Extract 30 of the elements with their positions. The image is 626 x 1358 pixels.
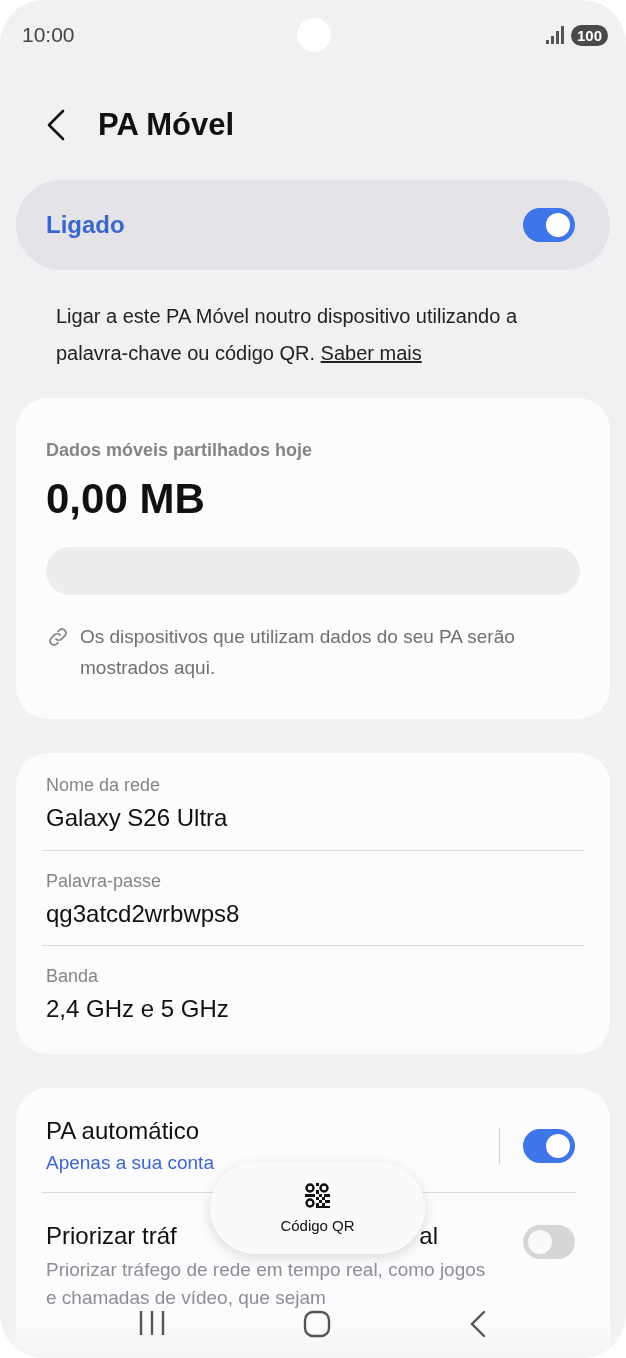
- home-icon[interactable]: [303, 1310, 331, 1338]
- network-setting[interactable]: Nome da rede Galaxy S26 Ultra: [42, 767, 584, 850]
- qr-code-icon: [304, 1182, 331, 1209]
- signal-icon: [544, 25, 565, 45]
- intro-text: Ligar a este PA Móvel noutro dispositivo utilizando a palavra-chave ou código QR. Saber mais: [56, 304, 518, 366]
- setting-title: Priorizar tráf: [46, 1221, 177, 1251]
- setting-label: Banda: [46, 965, 100, 988]
- page-title: PA Móvel: [98, 107, 235, 143]
- usage-label: Dados móveis partilhados hoje: [46, 440, 314, 461]
- network-setting[interactable]: Palavra-passe qg3atcd2wrbwps8: [42, 850, 584, 945]
- setting-value: 2,4 GHz e 5 GHz: [46, 994, 230, 1024]
- recent-apps-icon[interactable]: [138, 1310, 167, 1336]
- toggle-switch[interactable]: [522, 207, 576, 243]
- master-switch-bar[interactable]: Ligado: [16, 180, 610, 270]
- setting-value: Galaxy S26 Ultra: [46, 803, 229, 833]
- network-setting[interactable]: Banda 2,4 GHz e 5 GHz: [42, 945, 584, 1040]
- setting-value: qg3atcd2wrbwps8: [46, 899, 241, 929]
- switch-label: Ligado: [46, 211, 125, 239]
- usage-amount: 0,00 MB: [46, 475, 206, 523]
- setting-description: Priorizar tráfego de rede em tempo real, como jogos e chamadas de vídeo, que sejam: [46, 1258, 487, 1310]
- setting-label: Nome da rede: [46, 774, 162, 797]
- status-time: 10:00: [22, 23, 75, 47]
- setting-label: Palavra-passe: [46, 870, 163, 893]
- toggle-switch[interactable]: [522, 1128, 576, 1164]
- setting-title: PA automático: [46, 1116, 200, 1146]
- toggle-switch[interactable]: [522, 1224, 576, 1260]
- link-icon: [46, 625, 70, 649]
- usage-note: Os dispositivos que utilizam dados do seu PA serão mostrados aqui.: [80, 625, 516, 680]
- battery-level: 100: [570, 24, 608, 46]
- learn-more-link[interactable]: Saber mais: [320, 342, 422, 364]
